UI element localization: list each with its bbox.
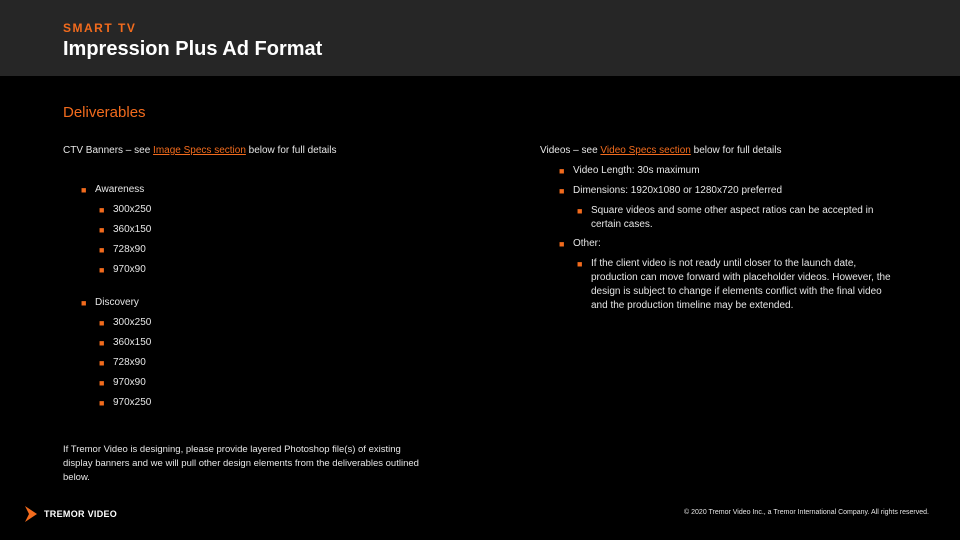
list-item-label: If the client video is not ready until c… <box>591 258 891 311</box>
bullet-icon: ■ <box>99 318 105 328</box>
size-label: 728x90 <box>113 244 146 255</box>
size-label: 970x90 <box>113 377 146 388</box>
list-item: ■ 360x150 <box>99 336 151 350</box>
videos-intro-suffix: below for full details <box>690 145 782 156</box>
size-label: 300x250 <box>113 204 152 215</box>
list-item-video-length: ■ Video Length: 30s maximum <box>559 164 700 178</box>
bullet-icon: ■ <box>99 245 105 255</box>
list-item-label: Square videos and some other aspect rati… <box>591 205 874 230</box>
size-label: 970x250 <box>113 397 152 408</box>
bullet-icon: ■ <box>99 225 105 235</box>
bullet-icon: ■ <box>577 259 583 269</box>
bullet-icon: ■ <box>577 206 583 216</box>
header-bar: SMART TV Impression Plus Ad Format <box>0 0 960 76</box>
banners-intro: CTV Banners – see Image Specs section be… <box>63 145 336 156</box>
list-item: ■ 300x250 <box>99 203 151 217</box>
bullet-icon: ■ <box>99 378 105 388</box>
list-item: ■ 728x90 <box>99 356 146 370</box>
bullet-icon: ■ <box>99 398 105 408</box>
banners-intro-suffix: below for full details <box>245 145 337 156</box>
list-item: ■ 970x90 <box>99 376 146 390</box>
list-item: ■ 728x90 <box>99 243 146 257</box>
videos-intro: Videos – see Video Specs section below f… <box>540 145 781 156</box>
tremor-logo: TREMOR VIDEO <box>24 504 117 524</box>
size-label: 728x90 <box>113 357 146 368</box>
list-item-awareness: ■ Awareness <box>81 183 144 197</box>
banners-intro-prefix: CTV Banners – see <box>63 145 154 156</box>
list-item-dimensions: ■ Dimensions: 1920x1080 or 1280x720 pref… <box>559 184 782 198</box>
page-title: Impression Plus Ad Format <box>63 38 323 60</box>
bullet-icon: ■ <box>559 166 565 176</box>
size-label: 300x250 <box>113 317 152 328</box>
bullet-icon: ■ <box>81 185 87 195</box>
size-label: 360x150 <box>113 224 152 235</box>
design-note: If Tremor Video is designing, please pro… <box>63 444 419 483</box>
list-item-other: ■ Other: <box>559 237 601 251</box>
bullet-icon: ■ <box>559 186 565 196</box>
logo-text: TREMOR VIDEO <box>44 509 118 519</box>
image-specs-link[interactable]: Image Specs section <box>153 145 246 156</box>
bullet-icon: ■ <box>559 239 565 249</box>
bullet-icon: ■ <box>81 298 87 308</box>
list-item-label: Video Length: 30s maximum <box>573 165 700 176</box>
list-item-label: Discovery <box>95 297 139 308</box>
video-specs-link[interactable]: Video Specs section <box>600 145 690 156</box>
list-item-label: Awareness <box>95 184 145 195</box>
size-label: 970x90 <box>113 264 146 275</box>
list-item: ■ 300x250 <box>99 316 151 330</box>
list-item: ■ 970x250 <box>99 396 151 410</box>
list-item: ■ 970x90 <box>99 263 146 277</box>
list-item-other-note: ■ If the client video is not ready until… <box>577 257 895 313</box>
copyright-text: © 2020 Tremor Video Inc., a Tremor Inter… <box>684 509 929 516</box>
bullet-icon: ■ <box>99 265 105 275</box>
list-item-dimensions-note: ■ Square videos and some other aspect ra… <box>577 204 897 232</box>
videos-intro-prefix: Videos – see <box>540 145 601 156</box>
list-item: ■ 360x150 <box>99 223 151 237</box>
bullet-icon: ■ <box>99 205 105 215</box>
tremor-logo-icon <box>25 506 37 522</box>
size-label: 360x150 <box>113 337 152 348</box>
bullet-icon: ■ <box>99 358 105 368</box>
list-item-label: Dimensions: 1920x1080 or 1280x720 prefer… <box>573 185 783 196</box>
list-item-label: Other: <box>573 238 601 249</box>
eyebrow-label: SMART TV <box>63 21 137 35</box>
section-title: Deliverables <box>63 104 146 121</box>
bullet-icon: ■ <box>99 338 105 348</box>
list-item-discovery: ■ Discovery <box>81 296 139 310</box>
